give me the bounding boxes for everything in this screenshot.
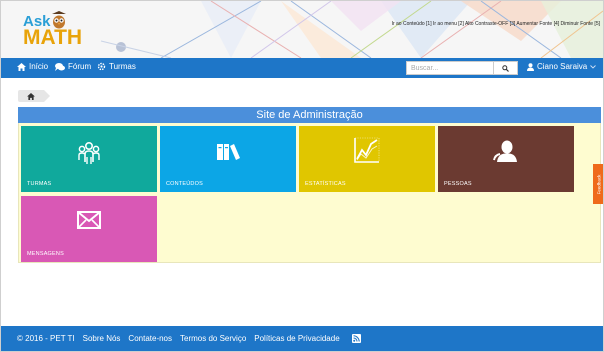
user-menu[interactable]: Ciano Saraiva (527, 62, 597, 71)
tile-pessoas[interactable]: PESSOAS (438, 126, 574, 192)
feedback-label: Feedback (596, 174, 602, 194)
nav-turmas-label: Turmas (109, 62, 136, 71)
footer-link-termos[interactable]: Termos do Serviço (180, 334, 246, 343)
line-chart-icon (354, 137, 380, 163)
admin-panel: TURMAS CONTEÚDOS ESTATÍSTICAS PESSOAS ME… (18, 123, 601, 263)
nav-forum[interactable]: Fórum (55, 62, 91, 71)
search-icon (502, 64, 509, 72)
search-box (406, 61, 518, 75)
users-group-icon (78, 141, 100, 164)
user-icon (527, 62, 534, 71)
tile-mensagens-label: MENSAGENS (27, 251, 64, 257)
user-name: Ciano Saraiva (537, 62, 588, 71)
tile-turmas[interactable]: TURMAS (21, 126, 157, 192)
tile-turmas-label: TURMAS (27, 181, 52, 187)
footer-link-privacidade[interactable]: Políticas de Privacidade (254, 334, 339, 343)
logo-math-text: MATH (23, 26, 83, 49)
site-footer: © 2016 - PET TI Sobre Nós Contate-nos Te… (1, 326, 603, 351)
home-icon (27, 92, 35, 100)
tile-estatisticas[interactable]: ESTATÍSTICAS (299, 126, 435, 192)
person-icon (493, 140, 517, 162)
chevron-down-icon (590, 64, 597, 69)
header-decoration (100, 1, 603, 58)
main-navbar: Início Fórum Turmas Buscar... Ciano Sara… (1, 58, 603, 78)
nav-forum-label: Fórum (68, 62, 92, 71)
gears-icon (97, 62, 106, 71)
rss-icon[interactable] (351, 334, 361, 343)
books-icon (217, 144, 240, 160)
accessibility-bar[interactable]: Ir ao Conteúdo [1] Ir ao menu [2] Alto C… (392, 21, 600, 27)
askmath-logo[interactable]: Ask MATH (21, 11, 91, 49)
tile-pessoas-label: PESSOAS (444, 181, 472, 187)
page-title: Site de Administração (18, 107, 601, 123)
footer-link-sobre[interactable]: Sobre Nós (83, 334, 121, 343)
tile-conteudos[interactable]: CONTEÚDOS (160, 126, 296, 192)
search-input[interactable] (407, 62, 493, 74)
page: Ask MATH Ir ao Conteúdo [1] Ir ao menu [… (0, 0, 604, 352)
feedback-tab[interactable]: Feedback (593, 164, 603, 204)
home-icon (17, 62, 26, 71)
footer-link-contato[interactable]: Contate-nos (128, 334, 172, 343)
tile-estatisticas-label: ESTATÍSTICAS (305, 181, 346, 187)
tile-conteudos-label: CONTEÚDOS (166, 181, 203, 187)
nav-turmas[interactable]: Turmas (97, 62, 136, 71)
envelope-icon (77, 211, 101, 229)
site-header: Ask MATH Ir ao Conteúdo [1] Ir ao menu [… (1, 1, 603, 58)
search-button[interactable] (493, 62, 517, 74)
tile-mensagens[interactable]: MENSAGENS (21, 196, 157, 262)
breadcrumb-home[interactable] (18, 90, 50, 102)
footer-copyright: © 2016 - PET TI (17, 334, 75, 343)
nav-home-label: Início (29, 62, 49, 71)
nav-home[interactable]: Início (17, 62, 48, 71)
comments-icon (55, 62, 65, 71)
